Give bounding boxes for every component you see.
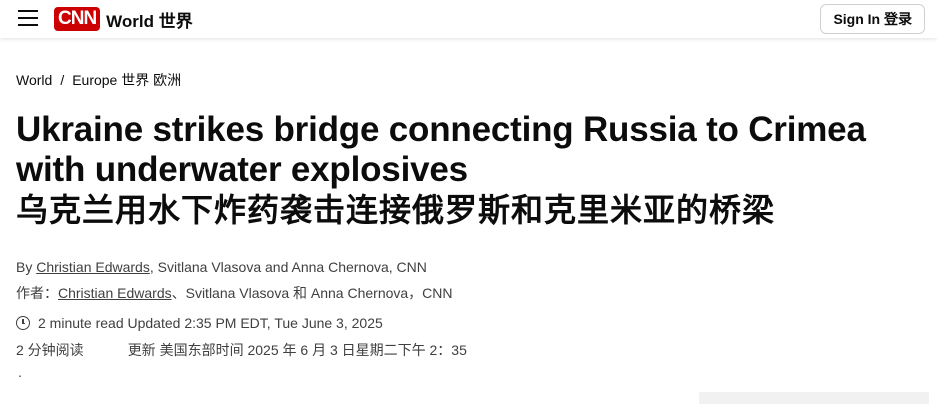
site-logo[interactable]: CNN World 世界 xyxy=(54,6,193,32)
byline-english: By Christian Edwards, Svitlana Vlasova a… xyxy=(16,259,427,275)
breadcrumb-europe[interactable]: Europe 世界 欧洲 xyxy=(72,72,181,88)
breadcrumb-separator: / xyxy=(60,72,65,88)
site-header: CNN World 世界 Sign In 登录 xyxy=(0,0,937,38)
trailing-dot: . xyxy=(18,364,22,380)
hamburger-menu-icon[interactable] xyxy=(18,10,38,26)
cnn-logo[interactable]: CNN xyxy=(54,7,101,31)
article-headline: Ukraine strikes bridge connecting Russia… xyxy=(16,110,931,230)
timestamp-english: 2 minute read Updated 2:35 PM EDT, Tue J… xyxy=(16,315,383,331)
timestamp-chinese: 2 分钟阅读 更新 美国东部时间 2025 年 6 月 3 日星期二下午 2：35 xyxy=(16,340,467,360)
clock-icon xyxy=(16,316,30,330)
watermark-logo-icon xyxy=(699,392,929,404)
author-link-zh[interactable]: Christian Edwards xyxy=(58,285,172,301)
breadcrumb-world[interactable]: World xyxy=(16,72,52,88)
byline-rest: , Svitlana Vlasova and Anna Chernova, CN… xyxy=(149,259,427,275)
byline-prefix-zh: 作者： xyxy=(16,285,58,301)
headline-chinese: 乌克兰用水下炸药袭击连接俄罗斯和克里米亚的桥梁 xyxy=(16,191,776,229)
byline-prefix: By xyxy=(16,259,37,275)
read-time-updated: 2 minute read Updated 2:35 PM EDT, Tue J… xyxy=(38,315,383,331)
byline-rest-zh: 、Svitlana Vlasova 和 Anna Chernova，CNN xyxy=(171,285,453,301)
read-time-zh: 2 分钟阅读 xyxy=(16,342,84,358)
headline-english: Ukraine strikes bridge connecting Russia… xyxy=(16,110,866,189)
sign-in-button[interactable]: Sign In 登录 xyxy=(820,4,925,34)
author-link[interactable]: Christian Edwards xyxy=(36,259,150,275)
byline-chinese: 作者：Christian Edwards、Svitlana Vlasova 和 … xyxy=(16,283,453,303)
breadcrumb: World / Europe 世界 欧洲 xyxy=(16,70,181,90)
section-title[interactable]: World 世界 xyxy=(106,7,193,32)
updated-zh: 更新 美国东部时间 2025 年 6 月 3 日星期二下午 2：35 xyxy=(127,342,467,358)
